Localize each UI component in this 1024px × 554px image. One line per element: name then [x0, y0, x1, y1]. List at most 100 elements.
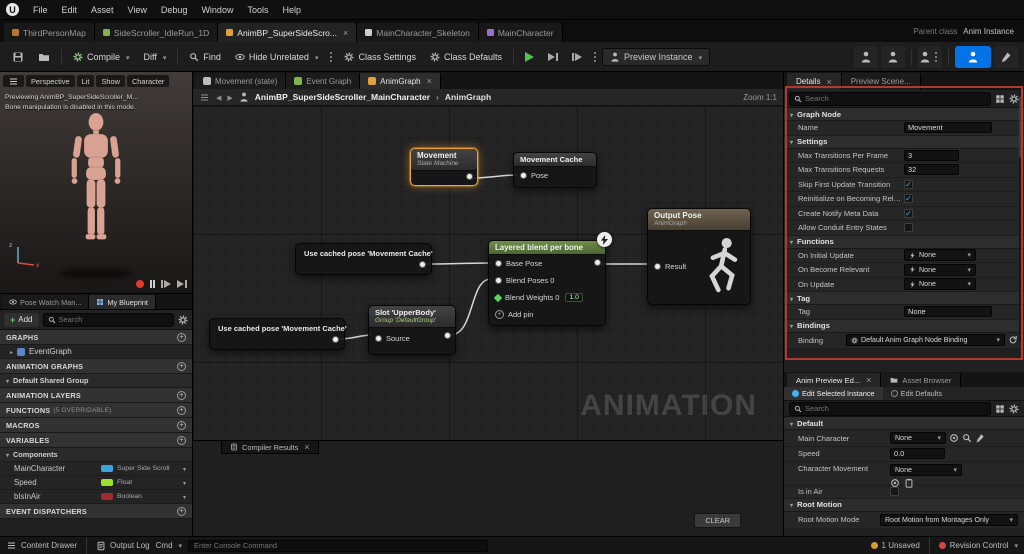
output-pose-pin[interactable] — [594, 259, 601, 266]
tag-field[interactable] — [904, 306, 992, 318]
output-pose-pin[interactable] — [419, 261, 426, 268]
output-pose-pin[interactable] — [466, 173, 473, 180]
pause-button[interactable] — [149, 280, 155, 288]
frame-skip-button[interactable] — [542, 49, 564, 65]
display-filter-icon[interactable] — [995, 94, 1005, 104]
collapse-caret-icon[interactable] — [790, 419, 793, 428]
forward-icon[interactable] — [227, 92, 232, 102]
collapse-caret-icon[interactable] — [6, 376, 9, 385]
tab-maincharacter[interactable]: MainCharacter — [478, 23, 563, 42]
breadcrumb-current[interactable]: AnimGraph — [445, 92, 491, 102]
details-scrollbar[interactable] — [1019, 92, 1023, 342]
add-event-dispatcher-icon[interactable] — [177, 506, 186, 516]
tab-event-graph[interactable]: Event Graph — [286, 73, 361, 89]
node-layered-blend-per-bone[interactable]: Layered blend per bone Base Pose Blend P… — [488, 240, 606, 326]
clear-button[interactable]: CLEAR — [694, 513, 741, 528]
unsaved-status[interactable]: 1 Unsaved — [870, 541, 920, 550]
speed-field[interactable] — [890, 448, 945, 460]
tab-pose-watch-manager[interactable]: Pose Watch Man... — [2, 295, 90, 309]
category-default[interactable]: Default — [784, 417, 1024, 430]
parent-class-link[interactable]: Anim Instance — [963, 27, 1014, 36]
class-defaults-button[interactable]: Class Defaults — [424, 48, 508, 66]
chevron-down-icon[interactable] — [161, 52, 167, 62]
collapse-caret-icon[interactable] — [6, 450, 9, 459]
save-button[interactable] — [6, 47, 30, 67]
tab-compiler-results[interactable]: Compiler Results — [221, 441, 319, 454]
scrollbar-thumb[interactable] — [1019, 96, 1023, 158]
tab-animgraph[interactable]: AnimGraph — [360, 73, 441, 89]
character-movement-dropdown[interactable]: None — [890, 463, 962, 476]
collapse-caret-icon[interactable] — [790, 237, 793, 246]
tab-animbp-supersidescroller[interactable]: AnimBP_SuperSideScro... — [218, 23, 358, 42]
display-filter-icon[interactable] — [995, 404, 1005, 414]
binding-dropdown[interactable]: Default Anim Graph Node Binding — [846, 334, 1005, 346]
base-pose-input-pin[interactable] — [495, 260, 502, 267]
menu-debug[interactable]: Debug — [154, 3, 195, 17]
category-tag[interactable]: Tag — [784, 292, 1024, 305]
chevron-down-icon[interactable] — [313, 52, 319, 62]
stop-button[interactable] — [566, 49, 588, 65]
use-selected-icon[interactable] — [890, 478, 900, 488]
add-button[interactable]: Add — [4, 312, 39, 327]
step-forward-button[interactable] — [161, 280, 171, 288]
collapse-caret-icon[interactable] — [790, 294, 793, 303]
category-root-motion[interactable]: Root Motion — [784, 498, 1024, 512]
anim-preview-search[interactable] — [789, 401, 991, 416]
gear-icon[interactable] — [1009, 94, 1019, 104]
record-button[interactable] — [135, 280, 144, 288]
tab-anim-preview-editor[interactable]: Anim Preview Ed... — [787, 373, 882, 387]
menu-help[interactable]: Help — [275, 3, 308, 17]
play-forward-button[interactable] — [177, 280, 187, 288]
paste-icon[interactable] — [904, 478, 914, 488]
physics-mode-button[interactable] — [994, 45, 1018, 68]
name-field[interactable] — [904, 122, 992, 134]
variable-row-bisinair[interactable]: bIsInAir Boolean — [0, 490, 192, 504]
on-become-relevant-dropdown[interactable]: None — [904, 263, 976, 276]
close-icon[interactable] — [425, 76, 432, 86]
on-update-dropdown[interactable]: None — [904, 278, 976, 291]
tab-preview-scene[interactable]: Preview Scene... — [841, 73, 921, 90]
tree-item-eventgraph[interactable]: EventGraph — [0, 345, 192, 359]
node-use-cached-pose-bottom[interactable]: Use cached pose 'Movement Cache' — [209, 318, 347, 350]
hide-unrelated-button[interactable]: Hide Unrelated — [229, 48, 325, 66]
skeleton-mode-button[interactable] — [854, 45, 878, 68]
pose-input-pin[interactable] — [520, 172, 527, 179]
menu-view[interactable]: View — [121, 3, 154, 17]
menu-asset[interactable]: Asset — [84, 3, 121, 17]
tab-movement-state[interactable]: Movement (state) — [195, 73, 287, 89]
output-log-button[interactable]: Output Log — [96, 541, 150, 551]
diff-button[interactable]: Diff — [138, 48, 173, 66]
menu-file[interactable]: File — [26, 3, 55, 17]
default-shared-group-row[interactable]: Default Shared Group — [0, 374, 192, 388]
on-initial-update-dropdown[interactable]: None — [904, 249, 976, 262]
overflow-dots-icon[interactable] — [330, 55, 333, 58]
macros-header[interactable]: MACROS — [0, 418, 192, 433]
blend-weight-value[interactable]: 1.0 — [565, 293, 583, 302]
unreal-logo-icon[interactable]: U — [6, 3, 19, 16]
chevron-down-icon[interactable] — [183, 464, 186, 473]
mesh-mode-button[interactable] — [881, 45, 905, 68]
revision-control-button[interactable]: Revision Control — [938, 541, 1018, 550]
add-animation-graph-icon[interactable] — [177, 361, 186, 371]
components-group-row[interactable]: Components — [0, 448, 192, 462]
checkbox-checked[interactable] — [904, 179, 913, 189]
collapse-caret-icon[interactable] — [790, 137, 793, 146]
viewport-menu-button[interactable] — [3, 75, 24, 87]
category-bindings[interactable]: Bindings — [784, 319, 1024, 333]
eyedropper-icon[interactable] — [975, 433, 985, 443]
menu-window[interactable]: Window — [194, 3, 240, 17]
compile-button[interactable]: Compile — [67, 48, 136, 66]
lit-button[interactable]: Lit — [76, 75, 95, 87]
use-selected-icon[interactable] — [949, 433, 959, 443]
collapse-caret-icon[interactable] — [790, 500, 793, 509]
blend-weights-input-pin[interactable] — [493, 293, 503, 302]
category-settings[interactable]: Settings — [784, 135, 1024, 149]
node-output-pose[interactable]: Output Pose AnimGraph Result — [647, 208, 751, 305]
blend-poses-input-pin[interactable] — [495, 277, 502, 284]
overflow-dots-icon[interactable] — [594, 55, 597, 58]
result-input-pin[interactable] — [654, 263, 661, 270]
animation-layers-header[interactable]: ANIMATION LAYERS — [0, 388, 192, 403]
tab-maincharacter-skeleton[interactable]: MainCharacter_Skeleton — [357, 23, 479, 42]
details-search[interactable] — [789, 91, 991, 106]
animgraph-canvas[interactable]: Movement State Machine Movement Cache Po… — [193, 106, 783, 536]
